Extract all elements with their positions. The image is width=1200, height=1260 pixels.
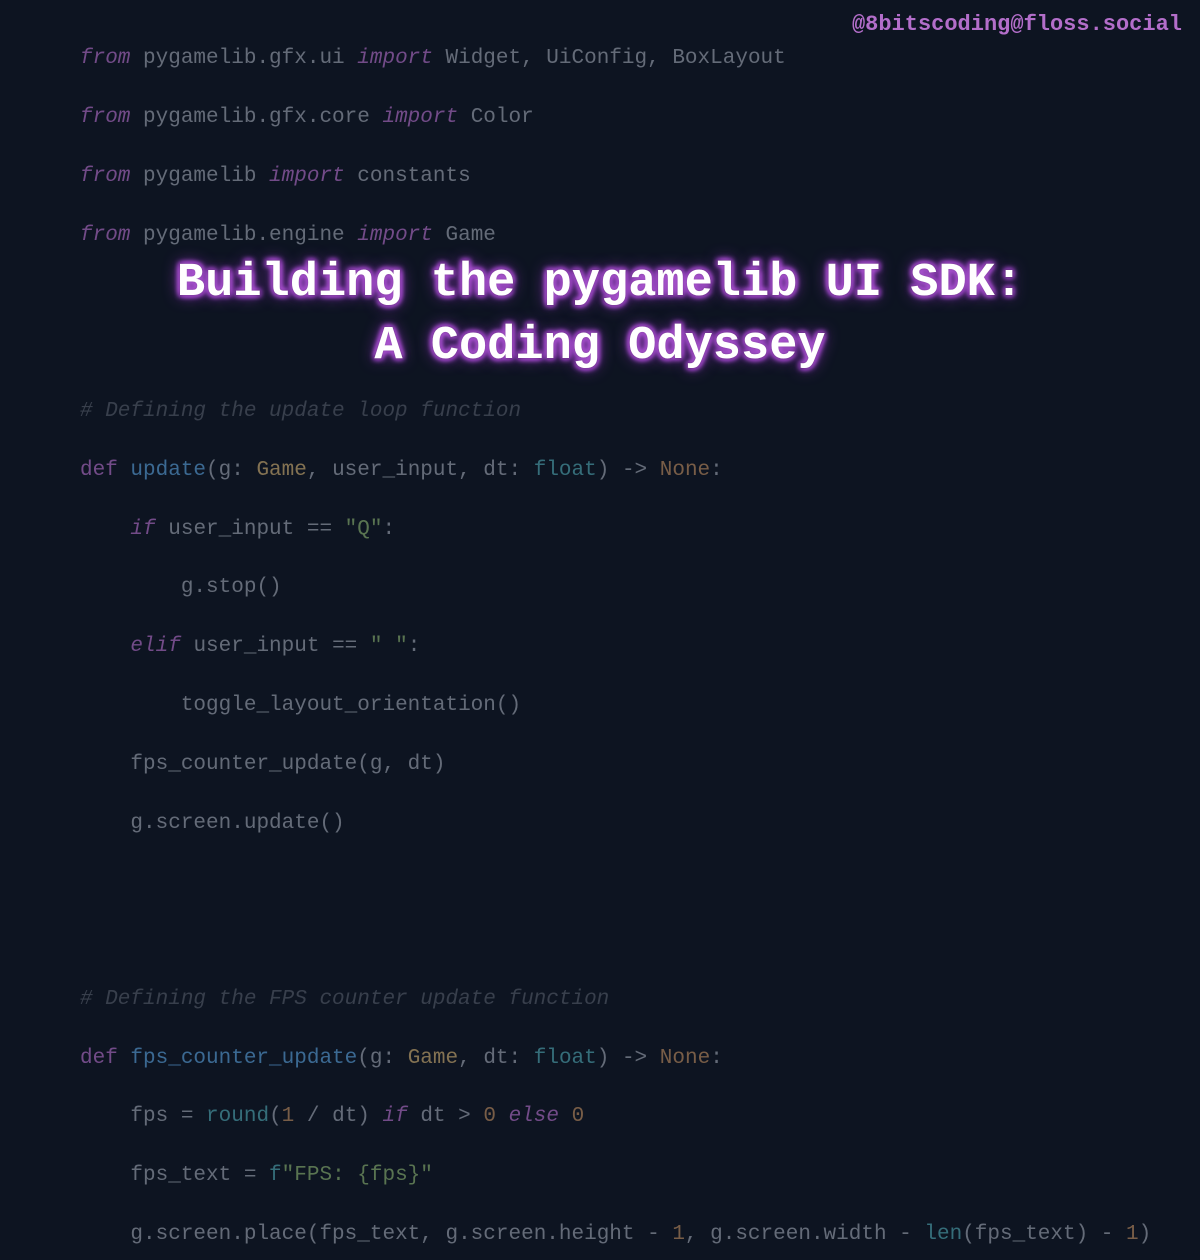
title-overlay: Building the pygamelib UI SDK: A Coding … [0, 0, 1200, 630]
social-handle: @8bitscoding@floss.social [852, 12, 1182, 37]
main-title: Building the pygamelib UI SDK: A Coding … [147, 252, 1053, 379]
